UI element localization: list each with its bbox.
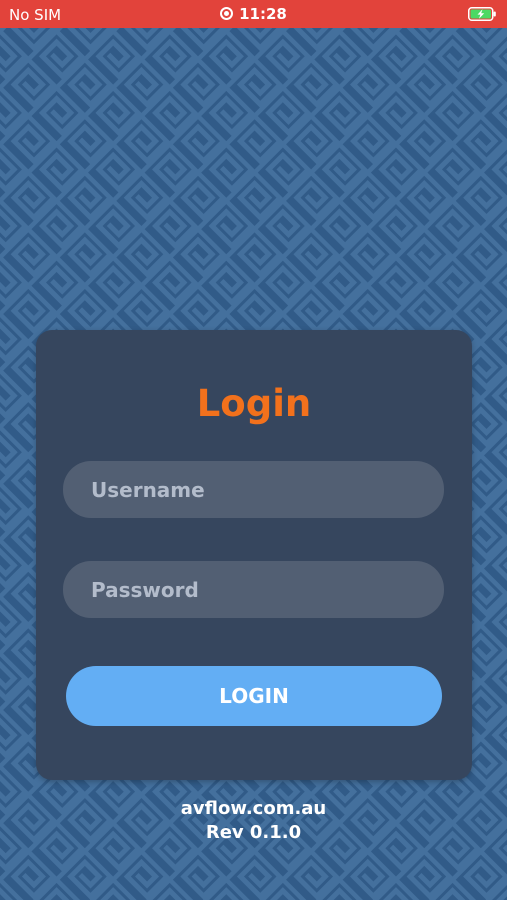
website-label: avflow.com.au bbox=[180, 798, 327, 819]
battery-charging-icon bbox=[468, 7, 496, 21]
footer: avflow.com.au Rev 0.1.0 bbox=[0, 797, 507, 845]
username-input[interactable] bbox=[63, 461, 444, 518]
status-time: 11:28 bbox=[239, 5, 287, 23]
login-title: Login bbox=[196, 382, 312, 425]
status-time-group: 11:28 bbox=[0, 5, 507, 23]
login-button[interactable]: LOGIN bbox=[66, 666, 442, 726]
revision-label: Rev 0.1.0 bbox=[205, 822, 302, 843]
login-card: Login LOGIN bbox=[36, 330, 472, 780]
screen-recording-icon bbox=[220, 7, 234, 20]
password-input[interactable] bbox=[63, 561, 444, 618]
status-bar: No SIM 11:28 bbox=[0, 0, 507, 28]
